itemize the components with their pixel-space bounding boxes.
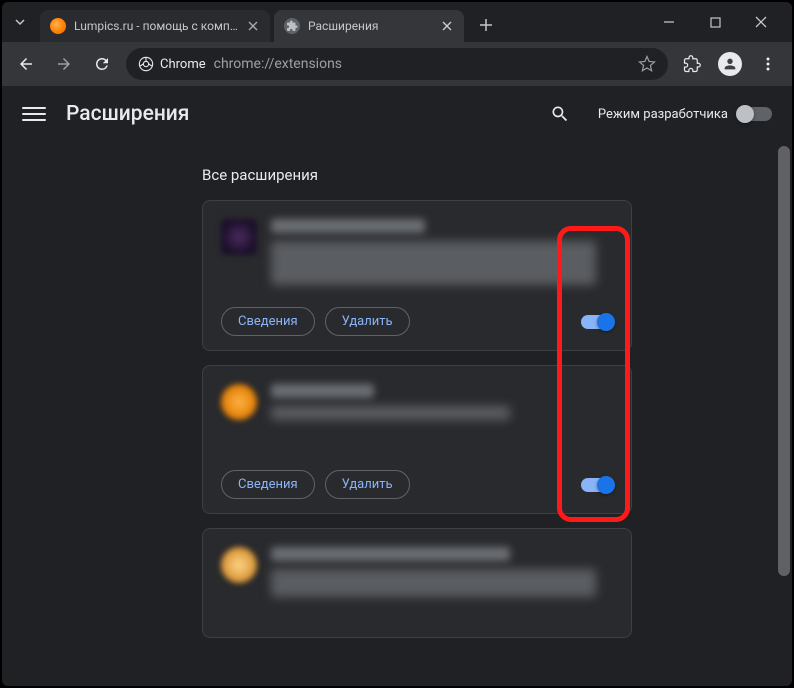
extension-icon	[286, 20, 298, 32]
toolbar: Chrome chrome://extensions	[2, 42, 792, 86]
scrollbar[interactable]	[778, 146, 790, 576]
extensions-toolbar-icon[interactable]	[678, 50, 706, 78]
extension-description-blurred	[271, 241, 596, 285]
extension-card: Сведения Удалить	[202, 365, 632, 514]
remove-button[interactable]: Удалить	[325, 470, 410, 499]
maximize-button[interactable]	[692, 2, 738, 42]
details-button[interactable]: Сведения	[221, 470, 315, 499]
content-area: Все расширения Сведения Удалить	[2, 142, 792, 686]
remove-button[interactable]: Удалить	[325, 307, 410, 336]
extension-card: Сведения Удалить	[202, 200, 632, 351]
chrome-icon	[138, 56, 154, 72]
url-text: chrome://extensions	[214, 56, 342, 72]
extensions-page: Расширения Режим разработчика Все расшир…	[2, 86, 792, 686]
tab-search-dropdown[interactable]	[10, 12, 30, 32]
bookmark-star-icon[interactable]	[638, 55, 656, 73]
extension-name-blurred	[271, 384, 374, 398]
all-extensions-heading: Все расширения	[202, 166, 632, 184]
chrome-badge: Chrome	[138, 56, 206, 72]
page-header: Расширения Режим разработчика	[2, 86, 792, 142]
window-controls	[646, 2, 784, 42]
tab-title: Lumpics.ru - помощь с компью	[74, 19, 238, 33]
tab-favicon	[284, 18, 300, 34]
developer-mode: Режим разработчика	[598, 107, 772, 122]
titlebar: Lumpics.ru - помощь с компью Расширения	[2, 2, 792, 42]
menu-icon[interactable]	[22, 102, 46, 126]
extension-icon	[221, 384, 257, 420]
close-tab-icon[interactable]	[246, 19, 260, 33]
reload-button[interactable]	[88, 50, 116, 78]
details-button[interactable]: Сведения	[221, 307, 315, 336]
extension-toggle[interactable]	[581, 478, 613, 492]
search-icon[interactable]	[542, 96, 578, 132]
chrome-badge-label: Chrome	[160, 57, 206, 72]
back-button[interactable]	[12, 50, 40, 78]
browser-tab[interactable]: Расширения	[274, 10, 464, 42]
tab-favicon	[50, 18, 66, 34]
new-tab-button[interactable]	[472, 11, 500, 39]
extension-icon	[221, 547, 257, 583]
close-window-button[interactable]	[738, 2, 784, 42]
developer-mode-toggle[interactable]	[738, 107, 772, 121]
close-tab-icon[interactable]	[440, 19, 454, 33]
browser-tab[interactable]: Lumpics.ru - помощь с компью	[40, 10, 270, 42]
minimize-button[interactable]	[646, 2, 692, 42]
page-title: Расширения	[66, 102, 189, 126]
profile-avatar[interactable]	[716, 50, 744, 78]
address-bar[interactable]: Chrome chrome://extensions	[126, 48, 668, 80]
extension-card	[202, 528, 632, 638]
menu-button[interactable]	[754, 50, 782, 78]
extension-toggle[interactable]	[581, 315, 613, 329]
developer-mode-label: Режим разработчика	[598, 107, 728, 122]
extension-description-blurred	[271, 406, 510, 420]
extension-description-blurred	[271, 569, 596, 597]
extension-name-blurred	[271, 547, 510, 561]
forward-button[interactable]	[50, 50, 78, 78]
extension-icon	[221, 219, 257, 255]
extension-name-blurred	[271, 219, 425, 233]
tab-title: Расширения	[308, 19, 432, 33]
